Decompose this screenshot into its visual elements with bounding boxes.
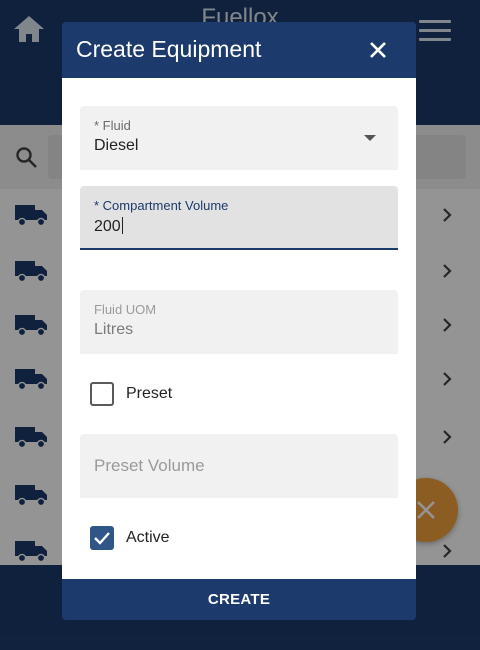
- fluid-uom-field: Fluid UOM Litres: [80, 290, 398, 354]
- compartment-volume-value[interactable]: 200: [94, 218, 121, 235]
- dialog-title: Create Equipment: [76, 36, 262, 62]
- active-checkbox[interactable]: [90, 526, 114, 550]
- close-icon: [370, 42, 386, 58]
- fluid-value: Diesel: [94, 137, 139, 154]
- fluid-uom-label: Fluid UOM: [94, 302, 157, 317]
- dialog-header: Create Equipment: [62, 22, 416, 78]
- compartment-volume-field[interactable]: * Compartment Volume 200: [80, 186, 398, 250]
- compartment-volume-label: * Compartment Volume: [94, 198, 229, 213]
- fluid-select[interactable]: * Fluid Diesel: [80, 106, 398, 170]
- close-button[interactable]: [362, 34, 394, 66]
- create-equipment-dialog: Create Equipment * Fluid Diesel * Compar…: [62, 22, 416, 620]
- dropdown-arrow-icon[interactable]: [364, 134, 376, 142]
- active-checkbox-row[interactable]: Active: [90, 524, 390, 550]
- compartment-volume-value-wrap: 200: [94, 217, 123, 236]
- create-button[interactable]: CREATE: [62, 579, 416, 620]
- active-label: Active: [126, 529, 170, 546]
- check-icon: [94, 532, 110, 545]
- preset-volume-placeholder: Preset Volume: [94, 456, 205, 475]
- fluid-uom-value: Litres: [94, 321, 134, 338]
- preset-checkbox[interactable]: [90, 382, 114, 406]
- text-cursor: [121, 217, 123, 234]
- preset-checkbox-row[interactable]: Preset: [90, 380, 390, 406]
- fluid-label: * Fluid: [94, 118, 131, 133]
- preset-label: Preset: [126, 385, 173, 402]
- dialog-body: * Fluid Diesel * Compartment Volume 200 …: [62, 78, 416, 579]
- preset-volume-field[interactable]: Preset Volume: [80, 434, 398, 498]
